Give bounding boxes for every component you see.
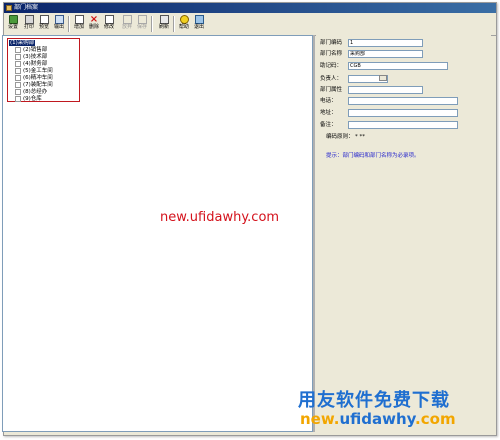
title-bar: 部门档案: [4, 3, 496, 13]
add-icon: [74, 15, 84, 24]
watermark-center: new.ufidawhy.com: [160, 210, 280, 225]
watermark-brand: 用友软件免费下载: [298, 390, 450, 411]
print-button[interactable]: 打印: [23, 14, 35, 34]
address-field[interactable]: [348, 109, 458, 117]
splitter[interactable]: [313, 35, 315, 432]
exit-button[interactable]: 退出: [193, 14, 205, 34]
toolbar: 设置 打印 预览 输出 增加 × 删除 修改 放弃 保存 刷新 帮助 退出: [4, 13, 496, 36]
tree-node-icon: [15, 46, 21, 53]
print-icon: [24, 15, 34, 24]
code-rule-label: 编码原则：: [326, 134, 354, 140]
tree-node-icon: [15, 74, 21, 81]
hint-text: 提示：部门编码和部门名称为必录项。: [326, 153, 420, 159]
toolbar-separator: [151, 16, 153, 32]
mnemonic-label: 助记码：: [320, 63, 343, 69]
dept-code-field[interactable]: 1: [348, 39, 423, 47]
detail-panel: 部门编码 1 部门名称 采购部 助记码： CGB 负责人： 部门属性 电话： 地…: [316, 35, 491, 430]
manager-label: 负责人：: [320, 76, 343, 82]
dept-name-field[interactable]: 采购部: [348, 50, 423, 58]
tree-node-icon: [15, 53, 21, 60]
tree-node-icon: [15, 60, 21, 67]
tree-item[interactable]: (9)仓库: [15, 95, 42, 103]
setup-button[interactable]: 设置: [7, 14, 19, 34]
edit-button[interactable]: 修改: [103, 14, 115, 34]
preview-button[interactable]: 预览: [38, 14, 50, 34]
attribute-label: 部门属性: [320, 87, 343, 93]
dept-code-label: 部门编码: [320, 40, 343, 46]
edit-icon: [104, 15, 114, 24]
tree-node-icon: [15, 88, 21, 95]
add-button[interactable]: 增加: [73, 14, 85, 34]
refresh-button[interactable]: 刷新: [158, 14, 170, 34]
remark-label: 备注：: [320, 122, 337, 128]
refresh-icon: [159, 15, 169, 24]
toolbar-separator: [173, 16, 175, 32]
tree-node-icon: [15, 81, 21, 88]
phone-label: 电话：: [320, 98, 337, 104]
app-icon: [6, 5, 12, 11]
attribute-field[interactable]: [348, 86, 423, 94]
phone-field[interactable]: [348, 97, 458, 105]
remark-field[interactable]: [348, 121, 458, 129]
undo-button[interactable]: 放弃: [121, 14, 133, 34]
tree-node-icon: [15, 95, 21, 102]
export-button[interactable]: 输出: [53, 14, 65, 34]
address-label: 地址：: [320, 110, 337, 116]
window-title: 部门档案: [14, 4, 39, 11]
undo-icon: [122, 15, 132, 24]
tree-node-icon: [15, 67, 21, 74]
exit-icon: [194, 15, 204, 24]
help-button[interactable]: 帮助: [178, 14, 190, 34]
save-button[interactable]: 保存: [136, 14, 148, 34]
watermark-url: new.ufidawhy.com: [300, 410, 456, 428]
save-icon: [137, 15, 147, 24]
department-tree[interactable]: (1)采购部 (2)销售部 (3)技术部 (4)财务部 (5)金工车间 (6)精…: [2, 35, 313, 432]
dept-name-label: 部门名称: [320, 51, 343, 57]
export-icon: [54, 15, 64, 24]
delete-button[interactable]: × 删除: [88, 14, 100, 34]
preview-icon: [39, 15, 49, 24]
setup-icon: [8, 15, 18, 24]
mnemonic-field[interactable]: CGB: [348, 62, 448, 70]
toolbar-separator: [68, 16, 70, 32]
code-rule-value: * **: [355, 134, 365, 140]
delete-icon: ×: [89, 14, 99, 25]
manager-lookup-button[interactable]: [379, 75, 387, 81]
help-icon: [179, 15, 189, 24]
